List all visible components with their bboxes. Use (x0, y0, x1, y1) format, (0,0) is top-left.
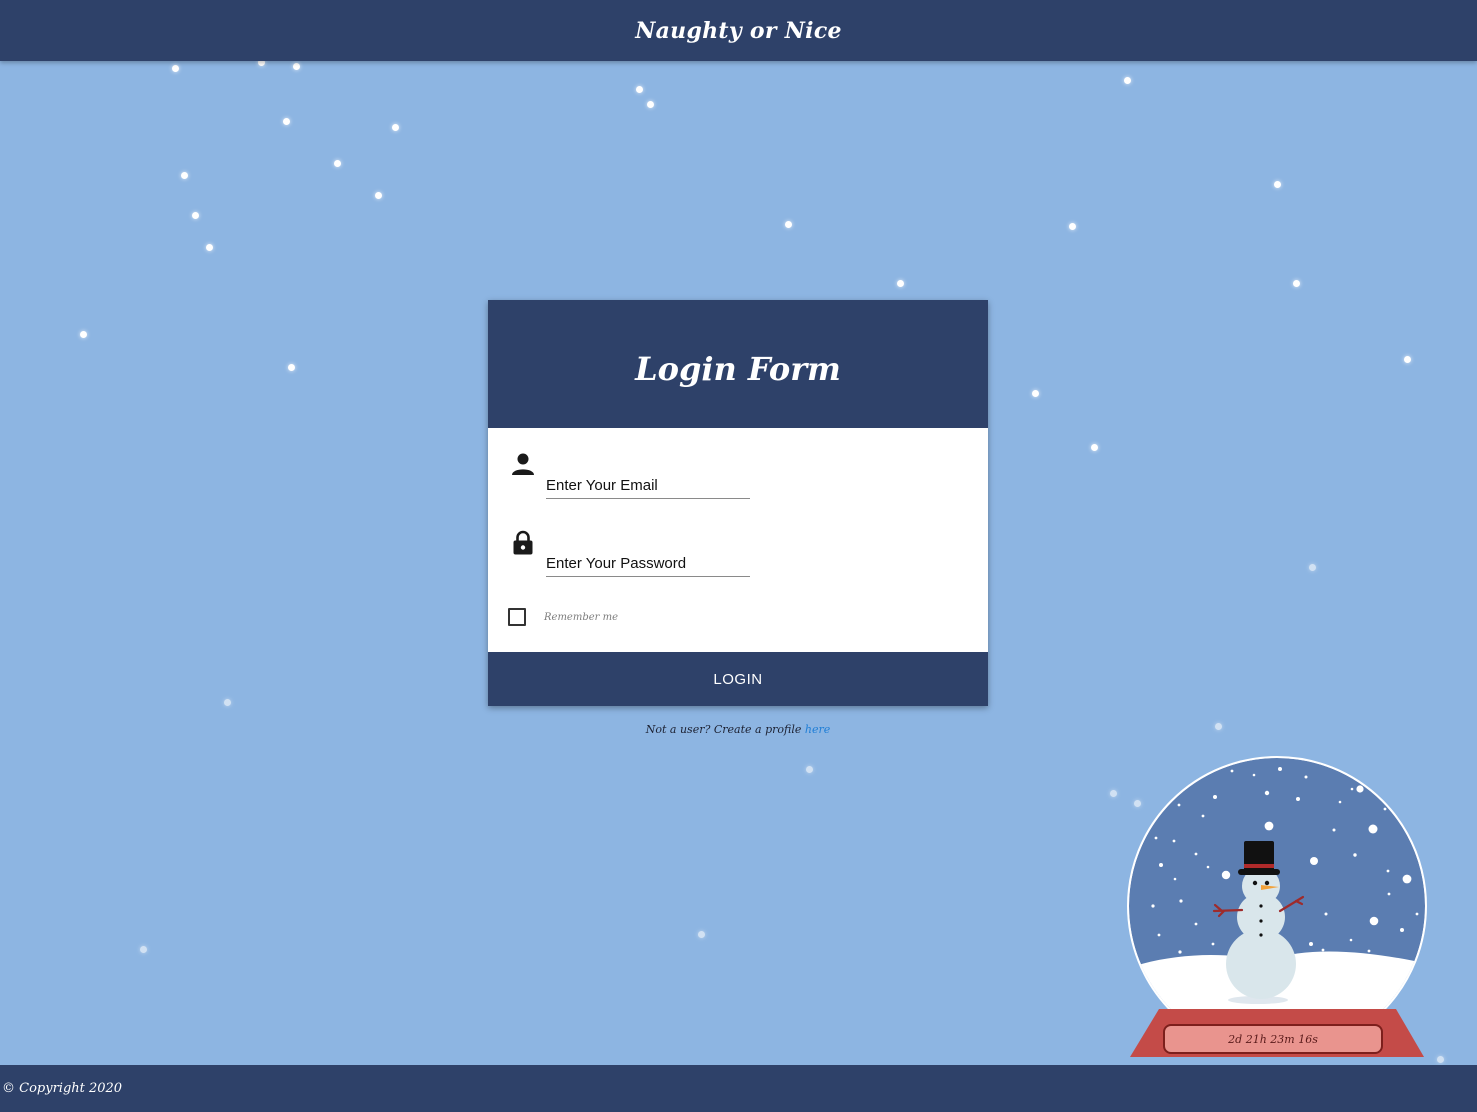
snowflake (181, 172, 188, 179)
snowflake (698, 931, 705, 938)
snowflake (283, 118, 290, 125)
login-card-header: Login Form (488, 300, 988, 428)
form-title: Login Form (635, 350, 841, 388)
snowflake (647, 101, 654, 108)
snowflake (392, 124, 399, 131)
snowflake (1032, 390, 1039, 397)
remember-me-option[interactable]: Remember me (508, 608, 618, 626)
snowflake (1309, 564, 1316, 571)
snowflake (80, 331, 87, 338)
snowflake (224, 699, 231, 706)
password-field-group (508, 528, 758, 588)
snowflake (1091, 444, 1098, 451)
snowflake (1437, 1056, 1444, 1063)
create-profile-link[interactable]: here (805, 723, 830, 736)
snowflake (293, 63, 300, 70)
email-field-group (508, 450, 758, 510)
snowflake (206, 244, 213, 251)
snowflake (334, 160, 341, 167)
lock-icon (508, 528, 538, 558)
login-card: Login Form Remember me LOGIN (488, 300, 988, 706)
signup-prompt: Not a user? Create a profile here (488, 723, 988, 736)
christmas-countdown: 2d 21h 23m 16s (1163, 1024, 1383, 1054)
app-header: Naughty or Nice (0, 0, 1477, 61)
snowflake (1124, 77, 1131, 84)
snowflake (1069, 223, 1076, 230)
snowflake (172, 65, 179, 72)
snow-globe: 2d 21h 23m 16s (1126, 754, 1428, 1059)
snowflake (192, 212, 199, 219)
snowflake (375, 192, 382, 199)
copyright-text: © Copyright 2020 (2, 1081, 123, 1096)
snowflake (288, 364, 295, 371)
remember-me-checkbox[interactable] (508, 608, 526, 626)
snowflake (785, 221, 792, 228)
snowflake (897, 280, 904, 287)
app-title: Naughty or Nice (635, 17, 842, 44)
snowflake (806, 766, 813, 773)
snowflake (1293, 280, 1300, 287)
snowflake (1215, 723, 1222, 730)
email-input[interactable] (546, 472, 750, 499)
password-input[interactable] (546, 550, 750, 577)
snowflake (140, 946, 147, 953)
snowflake (1274, 181, 1281, 188)
app-footer: © Copyright 2020 (0, 1065, 1477, 1112)
snowflake (1404, 356, 1411, 363)
snow-globe-illustration (1127, 756, 1427, 1057)
signup-prompt-text: Not a user? Create a profile (645, 723, 805, 736)
remember-me-label: Remember me (544, 611, 619, 623)
login-button[interactable]: LOGIN (488, 652, 988, 706)
snowflake (636, 86, 643, 93)
person-icon (508, 450, 538, 480)
snowflake (1110, 790, 1117, 797)
